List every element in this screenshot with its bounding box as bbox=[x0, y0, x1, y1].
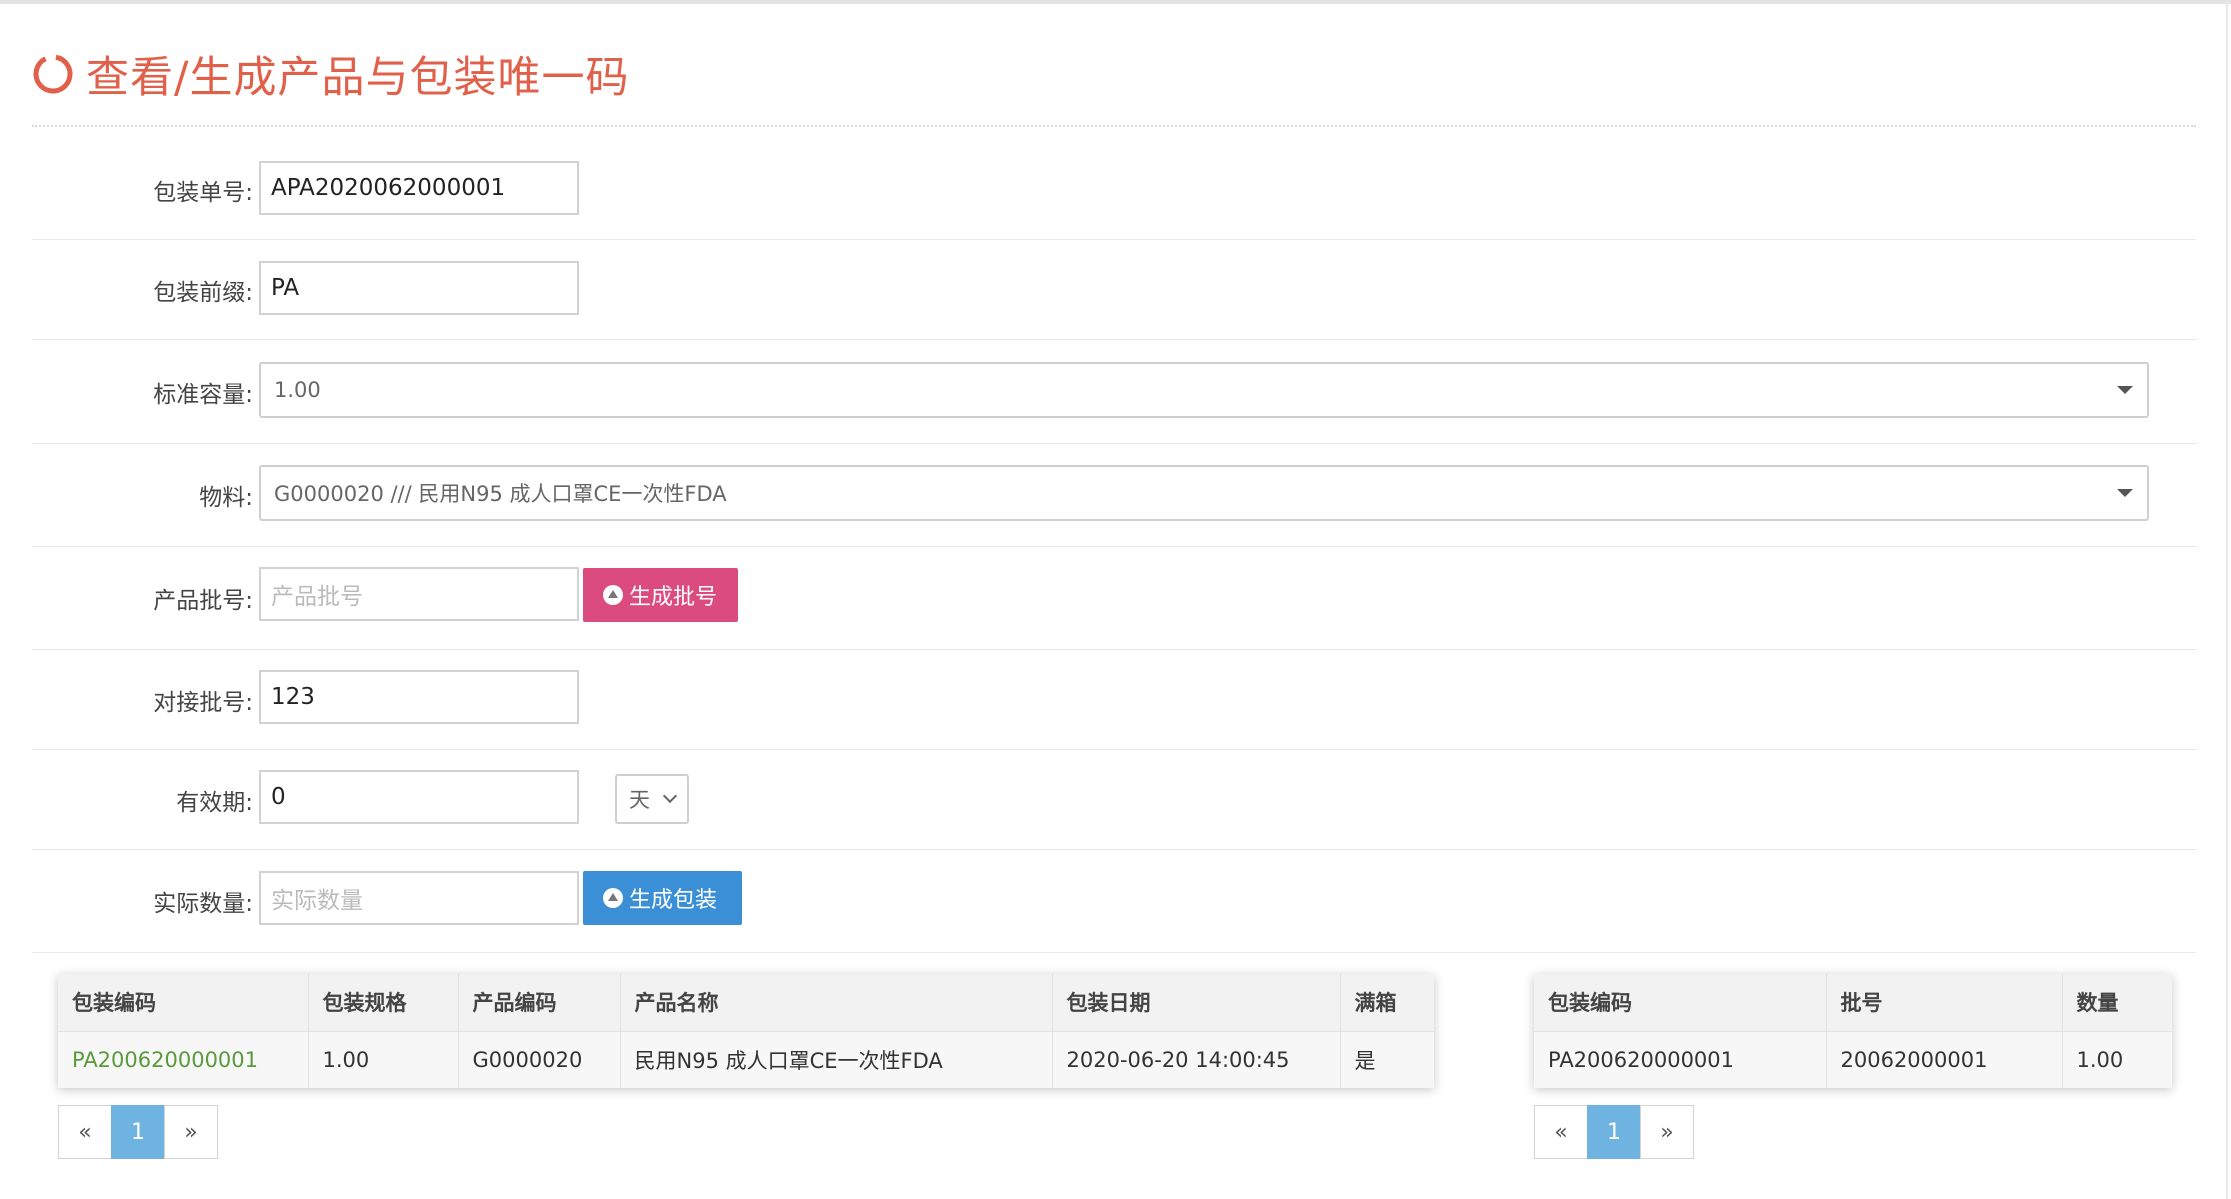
generate-batch-button[interactable]: 生成批号 bbox=[583, 568, 738, 622]
column-header[interactable]: 产品名称 bbox=[620, 974, 1053, 1032]
table-cell: 是 bbox=[1340, 1031, 1434, 1088]
page-1-button[interactable]: 1 bbox=[1587, 1105, 1641, 1159]
material-select[interactable]: G0000020 /// 民用N95 成人口罩CE一次性FDA bbox=[259, 465, 2149, 521]
right-pagination: « 1 » bbox=[1534, 1105, 1694, 1159]
column-header[interactable]: 包装规格 bbox=[308, 974, 459, 1032]
next-page-button[interactable]: » bbox=[164, 1105, 218, 1159]
column-header[interactable]: 数量 bbox=[2062, 974, 2172, 1032]
top-border bbox=[0, 0, 2231, 4]
caret-down-icon bbox=[2117, 386, 2133, 394]
table-cell: 民用N95 成人口罩CE一次性FDA bbox=[620, 1031, 1053, 1088]
column-header[interactable]: 批号 bbox=[1826, 974, 2063, 1032]
column-header[interactable]: 包装编码 bbox=[58, 974, 309, 1032]
package-prefix-input[interactable]: PA bbox=[259, 261, 579, 315]
generate-package-label: 生成包装 bbox=[629, 888, 718, 913]
generate-package-button[interactable]: 生成包装 bbox=[583, 871, 742, 925]
page-header: 查看/生成产品与包装唯一码 bbox=[32, 46, 630, 103]
standard-capacity-select[interactable]: 1.00 bbox=[259, 362, 2149, 418]
table-cell: 2020-06-20 14:00:45 bbox=[1052, 1031, 1341, 1088]
table-cell: PA200620000001 bbox=[1534, 1031, 1827, 1088]
table-header-row: 包装编码 包装规格 产品编码 产品名称 包装日期 满箱 bbox=[58, 974, 1434, 1032]
form-row-product-batch: 产品批号: 产品批号 生成批号 bbox=[32, 547, 2196, 650]
package-code-link[interactable]: PA200620000001 bbox=[58, 1031, 309, 1088]
form-row-material: 物料: G0000020 /// 民用N95 成人口罩CE一次性FDA bbox=[32, 444, 2196, 547]
form-row-validity: 有效期: 0 天 bbox=[32, 750, 2196, 850]
caret-down-icon bbox=[2117, 489, 2133, 497]
form-row-package-no: 包装单号: APA2020062000001 bbox=[32, 140, 2196, 240]
material-value: G0000020 /// 民用N95 成人口罩CE一次性FDA bbox=[274, 482, 727, 506]
product-batch-input[interactable]: 产品批号 bbox=[259, 567, 579, 621]
standard-capacity-value: 1.00 bbox=[274, 378, 321, 402]
actual-qty-input[interactable]: 实际数量 bbox=[259, 871, 579, 925]
column-header[interactable]: 包装编码 bbox=[1534, 974, 1827, 1032]
column-header[interactable]: 产品编码 bbox=[458, 974, 621, 1032]
form-row-package-prefix: 包装前缀: PA bbox=[32, 240, 2196, 340]
batch-table: 包装编码 批号 数量 PA200620000001 20062000001 1.… bbox=[1534, 974, 2172, 1088]
dock-batch-label: 对接批号: bbox=[153, 690, 253, 716]
chevron-down-icon bbox=[662, 788, 678, 804]
validity-input[interactable]: 0 bbox=[259, 770, 579, 824]
table-row[interactable]: PA200620000001 1.00 G0000020 民用N95 成人口罩C… bbox=[58, 1031, 1434, 1088]
form-row-standard-capacity: 标准容量: 1.00 bbox=[32, 340, 2196, 444]
material-label: 物料: bbox=[199, 485, 253, 511]
column-header[interactable]: 包装日期 bbox=[1052, 974, 1341, 1032]
right-border bbox=[2226, 0, 2228, 1199]
title-divider bbox=[32, 125, 2196, 127]
next-page-button[interactable]: » bbox=[1640, 1105, 1694, 1159]
table-header-row: 包装编码 批号 数量 bbox=[1534, 974, 2172, 1032]
column-header[interactable]: 满箱 bbox=[1340, 974, 1434, 1032]
table-row[interactable]: PA200620000001 20062000001 1.00 bbox=[1534, 1031, 2172, 1088]
table-cell: G0000020 bbox=[458, 1031, 621, 1088]
prev-page-button[interactable]: « bbox=[58, 1105, 112, 1159]
page-title: 查看/生成产品与包装唯一码 bbox=[86, 53, 630, 103]
table-cell: 1.00 bbox=[308, 1031, 459, 1088]
dock-batch-input[interactable]: 123 bbox=[259, 670, 579, 724]
table-cell: 1.00 bbox=[2062, 1031, 2172, 1088]
actual-qty-label: 实际数量: bbox=[153, 891, 253, 917]
circle-up-icon bbox=[603, 888, 623, 908]
package-no-label: 包装单号: bbox=[153, 180, 253, 206]
form-row-actual-qty: 实际数量: 实际数量 生成包装 bbox=[32, 850, 2196, 953]
left-pagination: « 1 » bbox=[58, 1105, 218, 1159]
product-batch-label: 产品批号: bbox=[153, 588, 253, 614]
form-row-dock-batch: 对接批号: 123 bbox=[32, 650, 2196, 750]
table-cell: 20062000001 bbox=[1826, 1031, 2063, 1088]
package-table: 包装编码 包装规格 产品编码 产品名称 包装日期 满箱 PA2006200000… bbox=[58, 974, 1434, 1088]
validity-label: 有效期: bbox=[176, 790, 253, 816]
generate-batch-label: 生成批号 bbox=[629, 585, 718, 610]
package-no-input[interactable]: APA2020062000001 bbox=[259, 161, 579, 215]
package-prefix-label: 包装前缀: bbox=[153, 280, 253, 306]
validity-unit-select[interactable]: 天 bbox=[615, 774, 689, 824]
standard-capacity-label: 标准容量: bbox=[153, 382, 253, 408]
page-1-button[interactable]: 1 bbox=[111, 1105, 165, 1159]
validity-unit-value: 天 bbox=[629, 788, 650, 812]
loading-ring-icon bbox=[33, 54, 73, 94]
prev-page-button[interactable]: « bbox=[1534, 1105, 1588, 1159]
circle-up-icon bbox=[603, 585, 623, 605]
